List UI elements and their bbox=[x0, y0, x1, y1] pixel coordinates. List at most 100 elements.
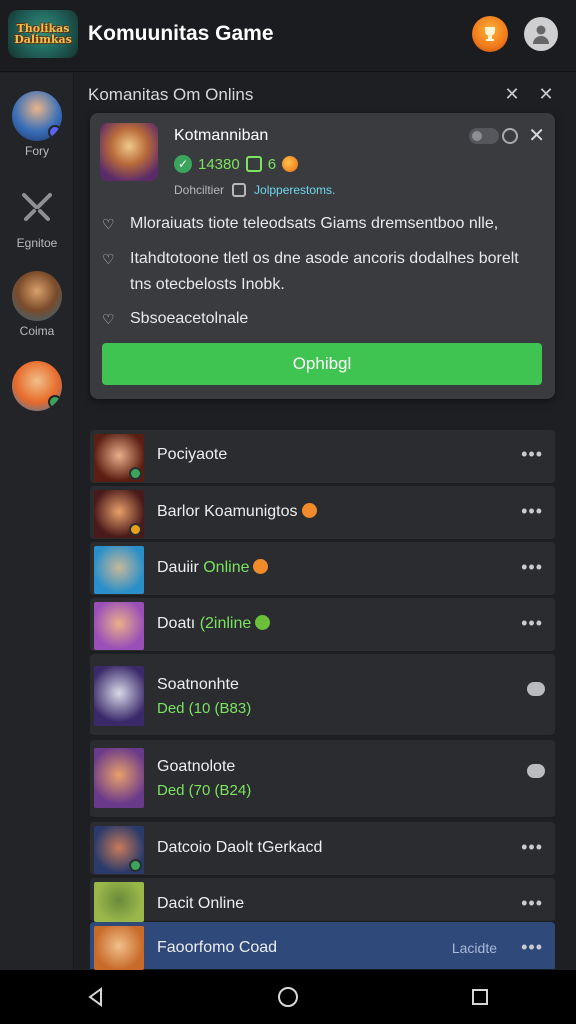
more-icon[interactable]: ••• bbox=[521, 501, 543, 522]
more-icon[interactable]: ••• bbox=[521, 444, 543, 465]
sidebar-item-label: Egnitoe bbox=[16, 236, 58, 250]
card-avatar[interactable] bbox=[100, 123, 158, 181]
list-item[interactable]: Datcoio Daolt tGerkacd ••• bbox=[90, 822, 555, 876]
top-app-bar: Tholikas Dalimkas Komuunitas Game bbox=[0, 0, 576, 72]
system-nav-bar bbox=[0, 970, 576, 1024]
emoji-icon bbox=[253, 559, 269, 574]
trophy-icon[interactable] bbox=[472, 16, 508, 52]
online-label: Online bbox=[203, 559, 250, 576]
list-avatar bbox=[94, 602, 144, 650]
list-name: Soatnonhte bbox=[157, 676, 239, 693]
list-item[interactable]: Soatnonhte Ded (10 (B83) bbox=[90, 654, 555, 736]
chat-icon[interactable] bbox=[527, 764, 545, 778]
more-icon[interactable]: ••• bbox=[521, 893, 543, 914]
chat-icon[interactable] bbox=[527, 682, 545, 696]
list-name: Barlor Koamunigtos bbox=[157, 503, 317, 521]
feature-text: Itahdtotoone tletl os dne asode ancoris … bbox=[130, 250, 519, 293]
card-name: Kotmanniban bbox=[174, 127, 269, 144]
sidebar-item-egnitoe[interactable]: Egnitoe bbox=[0, 183, 74, 250]
crossed-swords-icon bbox=[12, 183, 62, 233]
status-dot-icon bbox=[129, 467, 142, 480]
leaf-icon bbox=[255, 615, 271, 630]
online-label: (2inline bbox=[199, 615, 252, 632]
list-avatar bbox=[94, 666, 144, 726]
card-subtitle: Dohciltier Jolpperestoms. bbox=[174, 183, 335, 197]
more-icon[interactable]: ••• bbox=[521, 613, 543, 634]
subtitle-left: Dohciltier bbox=[174, 183, 225, 197]
heart-icon: ♡ bbox=[102, 311, 115, 327]
list-avatar bbox=[94, 826, 144, 874]
list-item[interactable]: Dauiir Online ••• bbox=[90, 542, 555, 596]
square-icon bbox=[245, 156, 262, 172]
list-item[interactable]: Dacit Online ••• bbox=[90, 878, 555, 922]
list-item[interactable]: Goatnolote Ded (70 (B24) bbox=[90, 740, 555, 818]
feature-item: ♡ Itahdtotoone tletl os dne asode ancori… bbox=[102, 246, 532, 298]
list-item[interactable]: Pociyaote ••• bbox=[90, 430, 555, 484]
feature-text: Mloraiuats tiote teleodsats Giams dremse… bbox=[130, 215, 499, 232]
app-logo[interactable]: Tholikas Dalimkas bbox=[8, 10, 78, 58]
emoji-icon bbox=[282, 156, 299, 172]
subtitle-link[interactable]: Jolpperestoms. bbox=[254, 183, 335, 197]
list-name-text: Barlor Koamunigtos bbox=[157, 503, 298, 520]
status-dot-icon bbox=[129, 523, 142, 536]
list-name: Doatı (2inline bbox=[157, 615, 271, 633]
sidebar-item-coima[interactable]: Coima bbox=[0, 271, 74, 338]
join-button[interactable]: Ophibgl bbox=[102, 343, 542, 385]
heart-icon: ♡ bbox=[102, 216, 115, 232]
info-icon[interactable] bbox=[502, 127, 519, 144]
back-icon[interactable] bbox=[76, 977, 116, 1017]
list-item[interactable]: Barlor Koamunigtos ••• bbox=[90, 486, 555, 540]
list-avatar bbox=[94, 546, 144, 594]
more-icon[interactable]: ••• bbox=[521, 837, 543, 858]
feature-item: ♡ Mloraiuats tiote teleodsats Giams drem… bbox=[102, 211, 542, 237]
list-avatar bbox=[94, 926, 144, 970]
sidebar: Fory Egnitoe Coima bbox=[0, 73, 74, 970]
list-tag: Lacidte bbox=[451, 940, 497, 956]
feature-text: Sbsoeacetolnale bbox=[130, 310, 249, 327]
profile-avatar-icon[interactable] bbox=[524, 17, 558, 51]
message-icon bbox=[232, 183, 247, 197]
dismiss-icon[interactable]: ✕ bbox=[536, 84, 556, 104]
more-icon[interactable]: ••• bbox=[521, 937, 543, 958]
community-card: Kotmanniban 00 ✕ ✓ 14380 6 Dohciltier Jo… bbox=[90, 113, 555, 399]
list-avatar bbox=[94, 882, 144, 922]
score-value: 14380 bbox=[198, 155, 240, 173]
person-glyph bbox=[533, 25, 549, 44]
badge-icon bbox=[48, 125, 62, 139]
list-item-selected[interactable]: Faoorfomo Coad Lacidte ••• bbox=[90, 922, 555, 970]
toggle-switch[interactable] bbox=[468, 127, 499, 144]
list-name: Dacit Online bbox=[157, 895, 245, 912]
feature-item: ♡ Sbsoeacetolnale bbox=[102, 306, 542, 332]
card-actions: 00 ✕ bbox=[468, 123, 545, 148]
list-avatar bbox=[94, 434, 144, 482]
more-icon[interactable]: ••• bbox=[521, 557, 543, 578]
sidebar-item-label: Coima bbox=[19, 324, 55, 338]
emoji-icon bbox=[301, 503, 317, 518]
home-icon[interactable] bbox=[268, 977, 308, 1017]
close-icon[interactable]: ✕ bbox=[502, 84, 522, 104]
list-item[interactable]: Doatı (2inline ••• bbox=[90, 598, 555, 652]
list-name: Goatnolote bbox=[157, 758, 236, 775]
card-stats: ✓ 14380 6 bbox=[174, 153, 299, 175]
list-avatar bbox=[94, 748, 144, 808]
list-name: Pociyaote bbox=[157, 446, 228, 463]
list-name-text: Dauiir bbox=[157, 559, 204, 576]
close-icon[interactable]: ✕ bbox=[528, 123, 545, 148]
list-name: Dauiir Online bbox=[157, 559, 269, 577]
online-badge-icon bbox=[48, 395, 62, 409]
app-logo-text: Tholikas Dalimkas bbox=[14, 22, 72, 46]
sidebar-avatar bbox=[12, 271, 62, 321]
check-icon: ✓ bbox=[174, 155, 192, 173]
sidebar-avatar bbox=[12, 361, 62, 411]
recents-icon[interactable] bbox=[460, 977, 500, 1017]
sidebar-item-extra[interactable] bbox=[0, 361, 74, 411]
sidebar-item-fory[interactable]: Fory bbox=[0, 91, 74, 158]
sidebar-avatar bbox=[12, 91, 62, 141]
list-name: Datcoio Daolt tGerkacd bbox=[157, 839, 323, 856]
heart-icon: ♡ bbox=[102, 251, 115, 267]
panel-title: Komanitas Om Onlins bbox=[88, 85, 254, 104]
list-subtitle: Ded (10 (B83) bbox=[157, 700, 252, 717]
list-name: Faoorfomo Coad bbox=[157, 939, 278, 956]
panel-header: Komanitas Om Onlins ✕ ✕ bbox=[88, 80, 566, 110]
sidebar-item-label: Fory bbox=[25, 144, 49, 158]
